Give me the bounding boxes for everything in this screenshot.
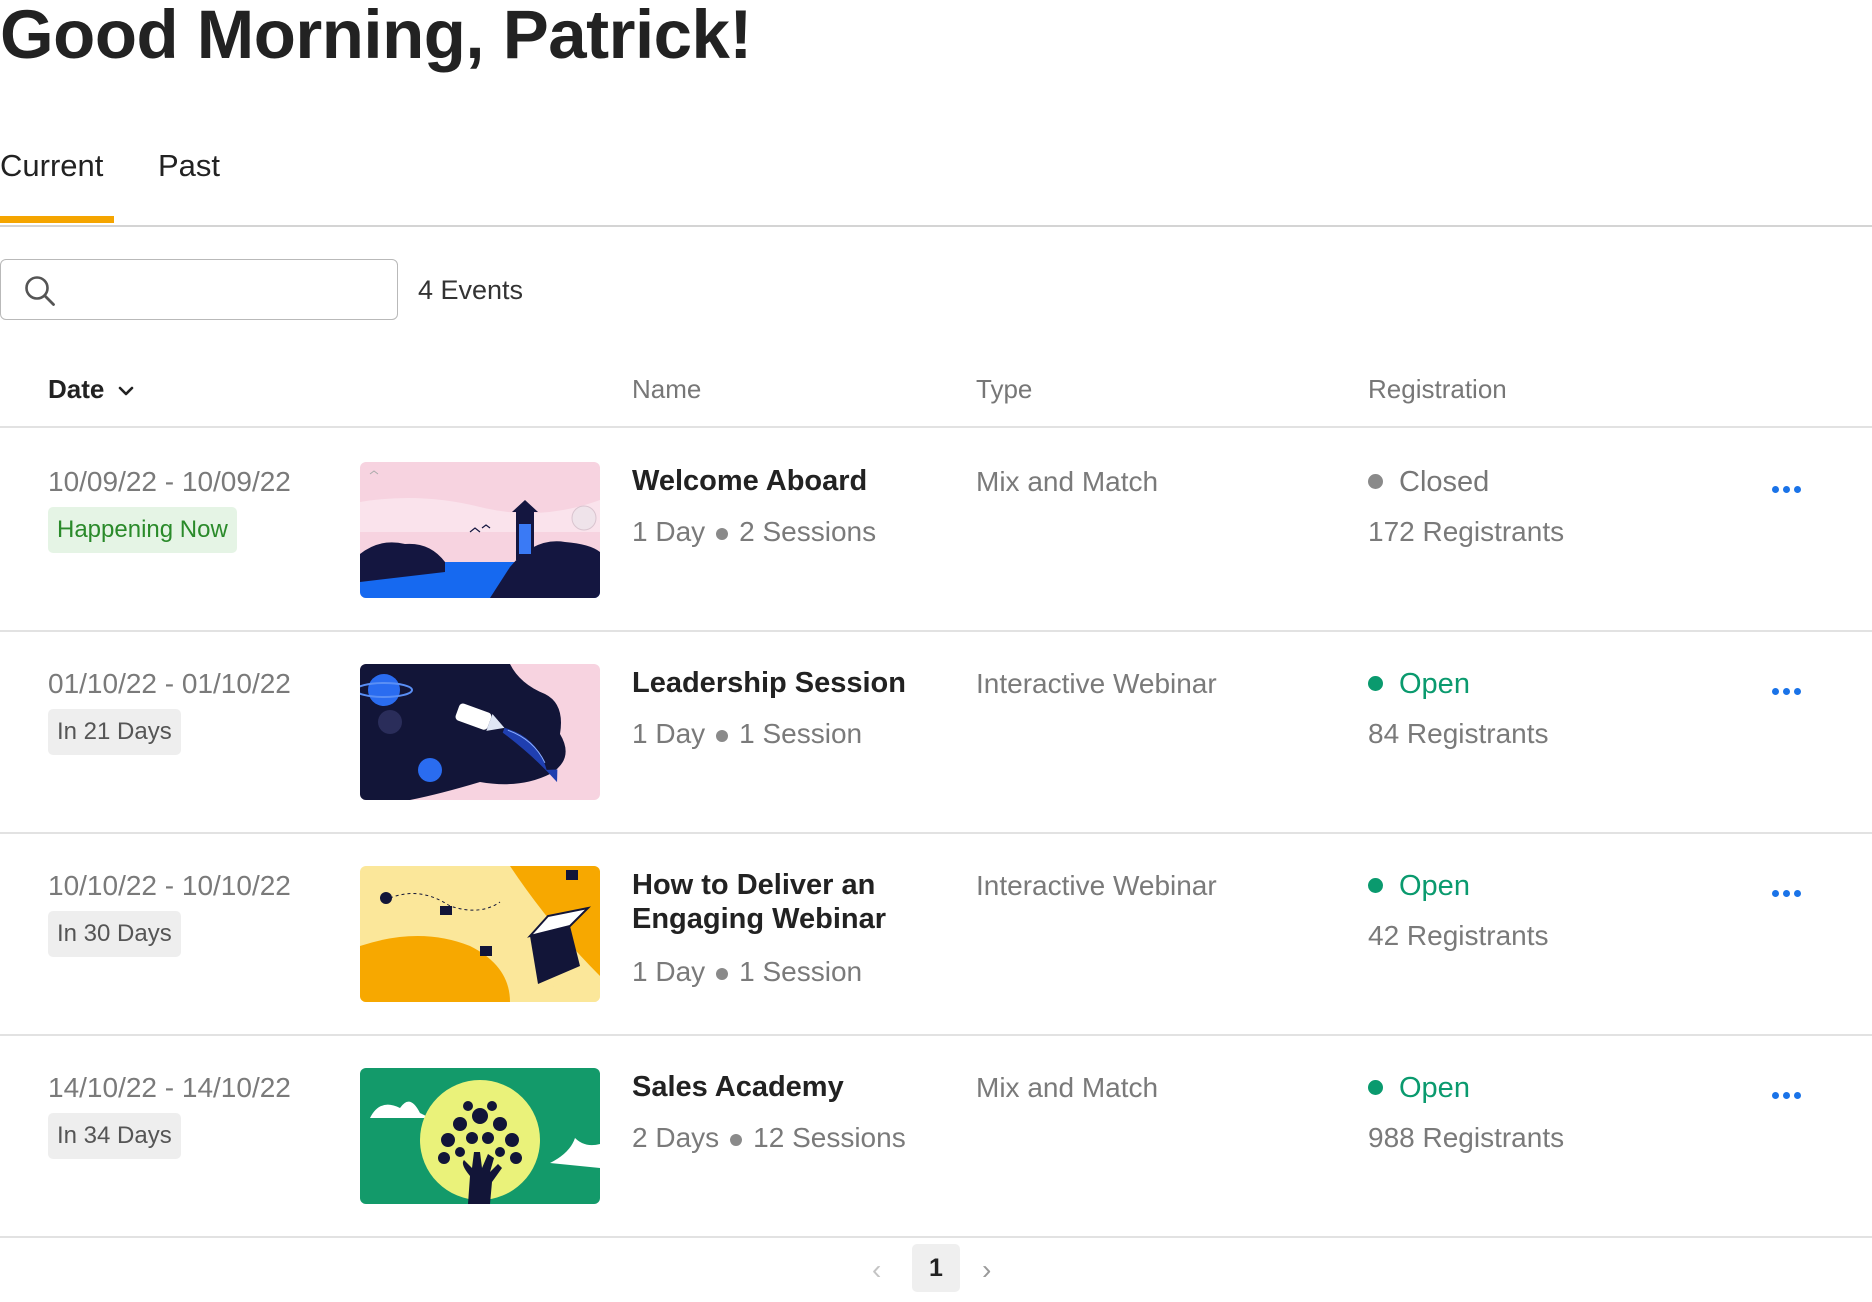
registration-status-label: Open xyxy=(1399,1072,1470,1104)
bullet-icon xyxy=(716,729,729,742)
status-badge: In 30 Days xyxy=(48,911,181,957)
search-icon xyxy=(25,276,55,306)
chevron-left-icon[interactable]: ‹ xyxy=(872,1254,881,1286)
event-row[interactable]: 10/10/22 - 10/10/22 In 30 Days How to De… xyxy=(0,832,1872,1036)
event-days: 1 Day xyxy=(632,516,706,547)
pagination: ‹ 1 › xyxy=(0,1244,1872,1294)
event-thumbnail[interactable] xyxy=(360,866,600,1002)
event-date: 10/09/22 - 10/09/22 xyxy=(48,466,291,497)
column-header-type: Type xyxy=(976,374,1033,404)
registration-status: Open xyxy=(1368,1072,1470,1105)
more-options-icon[interactable] xyxy=(1772,884,1816,908)
event-sessions: 1 Session xyxy=(739,718,863,749)
registrant-count: 988 Registrants xyxy=(1368,1122,1565,1153)
registration-status: Open xyxy=(1368,870,1470,903)
space-rocket-illustration xyxy=(360,664,600,800)
status-badge: In 34 Days xyxy=(48,1113,181,1159)
search-input[interactable] xyxy=(71,268,385,314)
registration-status: Open xyxy=(1368,668,1470,701)
active-tab-indicator xyxy=(0,216,114,223)
chevron-down-icon xyxy=(119,386,134,395)
event-date: 01/10/22 - 01/10/22 xyxy=(48,668,291,699)
tab-current[interactable]: Current xyxy=(0,148,103,184)
event-days: 1 Day xyxy=(632,956,706,987)
open-box-illustration xyxy=(360,866,600,1002)
column-header-date-label: Date xyxy=(48,374,105,404)
column-header-date[interactable]: Date xyxy=(48,374,134,405)
registrant-count: 84 Registrants xyxy=(1368,718,1549,749)
event-meta: 2 Days 12 Sessions xyxy=(632,1122,906,1154)
event-sessions: 1 Session xyxy=(739,956,863,987)
bullet-icon xyxy=(716,967,729,980)
event-thumbnail[interactable] xyxy=(360,664,600,800)
column-header-registration: Registration xyxy=(1368,374,1507,404)
lighthouse-illustration xyxy=(360,462,600,598)
event-date: 14/10/22 - 14/10/22 xyxy=(48,1072,291,1103)
event-row[interactable]: 01/10/22 - 01/10/22 In 21 Days Leadershi… xyxy=(0,630,1872,834)
event-meta: 1 Day 1 Session xyxy=(632,718,862,750)
page-number-button[interactable]: 1 xyxy=(912,1244,960,1292)
bullet-icon xyxy=(730,1133,743,1146)
search-box[interactable] xyxy=(0,259,398,320)
event-days: 2 Days xyxy=(632,1122,720,1153)
registration-status-label: Open xyxy=(1399,668,1470,700)
event-type: Mix and Match xyxy=(976,1072,1159,1103)
event-type: Mix and Match xyxy=(976,466,1159,497)
tab-bar: Current Past xyxy=(0,140,1872,227)
event-count: 4 Events xyxy=(418,275,524,305)
event-type: Interactive Webinar xyxy=(976,668,1217,699)
event-name[interactable]: Leadership Session xyxy=(632,666,932,700)
status-dot-icon xyxy=(1368,675,1383,691)
more-options-icon[interactable] xyxy=(1772,682,1816,706)
event-sessions: 12 Sessions xyxy=(753,1122,906,1153)
event-thumbnail[interactable] xyxy=(360,1068,600,1204)
registrant-count: 42 Registrants xyxy=(1368,920,1549,951)
event-row[interactable]: 10/09/22 - 10/09/22 Happening Now Welcom… xyxy=(0,428,1872,632)
registrant-count: 172 Registrants xyxy=(1368,516,1565,547)
chevron-right-icon[interactable]: › xyxy=(982,1254,991,1286)
event-type: Interactive Webinar xyxy=(976,870,1217,901)
registration-status: Closed xyxy=(1368,466,1489,499)
column-header-name: Name xyxy=(632,374,702,404)
status-badge: In 21 Days xyxy=(48,709,181,755)
event-row[interactable]: 14/10/22 - 14/10/22 In 34 Days Sales Aca… xyxy=(0,1034,1872,1238)
event-thumbnail[interactable] xyxy=(360,462,600,598)
status-dot-icon xyxy=(1368,877,1383,893)
event-sessions: 2 Sessions xyxy=(739,516,877,547)
registration-status-label: Open xyxy=(1399,870,1470,902)
status-dot-icon xyxy=(1368,473,1383,489)
status-badge: Happening Now xyxy=(48,507,237,553)
more-options-icon[interactable] xyxy=(1772,480,1816,504)
tab-past[interactable]: Past xyxy=(158,148,220,184)
event-name[interactable]: Sales Academy xyxy=(632,1070,932,1104)
event-name[interactable]: Welcome Aboard xyxy=(632,464,932,498)
event-date: 10/10/22 - 10/10/22 xyxy=(48,870,291,901)
event-meta: 1 Day 1 Session xyxy=(632,956,862,988)
hand-tree-illustration xyxy=(360,1068,600,1204)
page-title: Good Morning, Patrick! xyxy=(0,0,752,73)
event-meta: 1 Day 2 Sessions xyxy=(632,516,876,548)
registration-status-label: Closed xyxy=(1399,466,1490,498)
event-days: 1 Day xyxy=(632,718,706,749)
event-name[interactable]: How to Deliver an Engaging Webinar xyxy=(632,868,932,936)
more-options-icon[interactable] xyxy=(1772,1086,1816,1110)
status-dot-icon xyxy=(1368,1079,1383,1095)
bullet-icon xyxy=(716,527,729,540)
